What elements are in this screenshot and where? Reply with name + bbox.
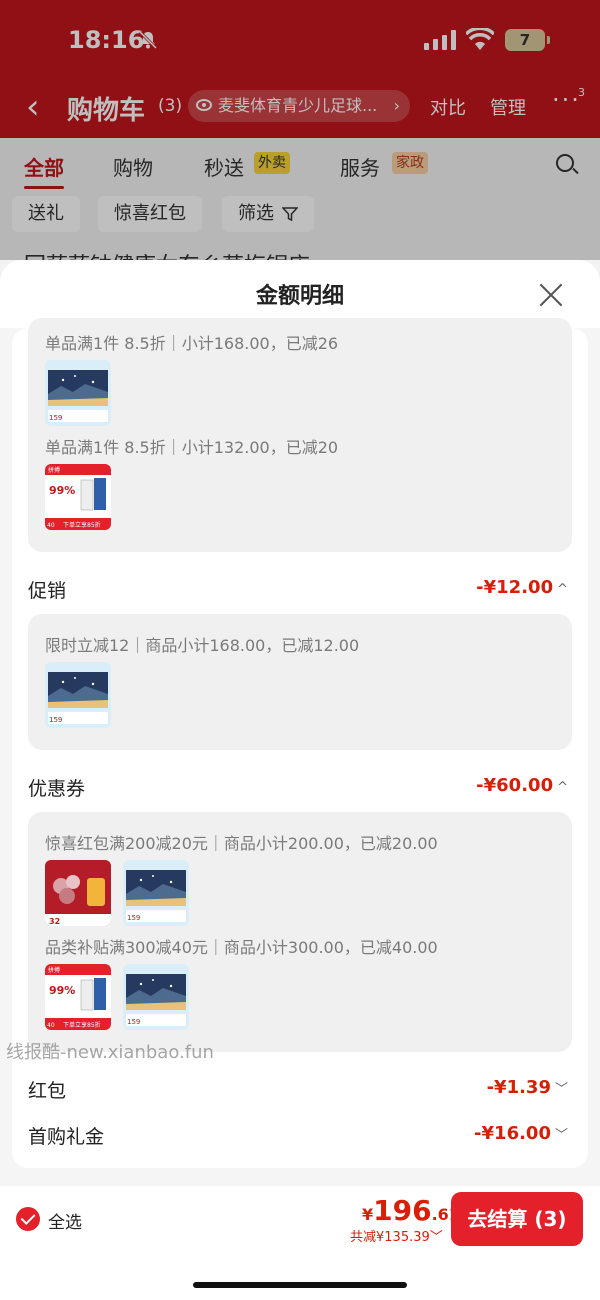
gift-money-label: 首购礼金 [28, 1126, 105, 1148]
modal-overlay[interactable] [0, 0, 600, 260]
svg-text:40: 40 [47, 522, 55, 529]
svg-text:159: 159 [127, 914, 140, 922]
sheet-title: 金额明细 [255, 284, 344, 309]
chevron-up-icon: ^ [557, 582, 568, 597]
red-packet-label: 红包 [28, 1080, 67, 1102]
coupon-rule-1: 惊喜红包满200减20元｜商品小计200.00，已减20.00 [45, 834, 438, 853]
svg-text:159: 159 [49, 716, 62, 724]
coupon-label: 优惠券 [28, 778, 86, 800]
home-indicator[interactable] [193, 1282, 407, 1288]
red-packet-amount[interactable]: -¥1.39 ﹀ [487, 1077, 568, 1098]
total-saved[interactable]: 共减¥135.39﹀ [350, 1226, 443, 1245]
product-thumb-puzzle[interactable]: 159 [45, 360, 111, 426]
select-all-label[interactable]: 全选 [48, 1208, 82, 1233]
gift-money-amount-value: -¥16.00 [474, 1123, 551, 1144]
chevron-up-icon: ^ [557, 780, 568, 795]
chevron-down-icon: ﹀ [554, 1082, 568, 1097]
svg-text:40: 40 [47, 1022, 55, 1029]
select-all-checkbox[interactable] [16, 1207, 40, 1231]
product-thumb-puzzle[interactable]: 159 [123, 860, 189, 926]
discount-rule-1: 单品满1件 8.5折｜小计168.00，已减26 [45, 334, 339, 353]
total-currency: ¥ [362, 1205, 374, 1224]
discount-card: 单品满1件 8.5折｜小计168.00，已减26 159 单品满1件 8.5折｜… [28, 318, 572, 552]
svg-text:159: 159 [49, 414, 62, 422]
chevron-down-icon: ﹀ [429, 1230, 443, 1245]
gift-money-amount[interactable]: -¥16.00 ﹀ [474, 1123, 568, 1144]
promotion-card: 限时立减12｜商品小计168.00，已减12.00 159 [28, 614, 572, 750]
product-thumb-supplement[interactable]: 拼搏 99% 40 下单立享85折 [45, 964, 111, 1030]
svg-text:159: 159 [127, 1018, 140, 1026]
red-packet-amount-value: -¥1.39 [486, 1077, 551, 1098]
total-saved-text: 共减¥135.39 [350, 1230, 430, 1245]
total-integer: 196 [373, 1194, 432, 1227]
total-price: ¥196.61 [362, 1194, 460, 1227]
coupon-amount-value: -¥60.00 [476, 775, 554, 796]
svg-text:下单立享85折: 下单立享85折 [63, 521, 101, 529]
promotion-label: 促销 [28, 580, 67, 602]
coupon-card: 惊喜红包满200减20元｜商品小计200.00，已减20.00 32 159 品… [28, 812, 572, 1052]
product-thumb-puzzle[interactable]: 159 [45, 662, 111, 728]
promotion-amount[interactable]: -¥12.00 ^ [476, 577, 568, 598]
svg-text:99%: 99% [49, 984, 75, 997]
promotion-rule: 限时立减12｜商品小计168.00，已减12.00 [45, 636, 360, 655]
svg-text:拼搏: 拼搏 [48, 966, 60, 974]
chevron-down-icon: ﹀ [554, 1128, 568, 1143]
coupon-amount[interactable]: -¥60.00 ^ [476, 775, 568, 796]
checkout-bar: 全选 ¥196.61 共减¥135.39﹀ 去结算 (3) [0, 1186, 600, 1300]
watermark-text: 线报酷-new.xianbao.fun [6, 1042, 214, 1063]
svg-text:99%: 99% [49, 484, 75, 497]
promotion-amount-value: -¥12.00 [476, 577, 554, 598]
coupon-rule-2: 品类补贴满300减40元｜商品小计300.00，已减40.00 [45, 938, 438, 957]
svg-text:32: 32 [49, 917, 60, 926]
svg-text:拼搏: 拼搏 [48, 466, 60, 474]
close-icon[interactable] [534, 278, 568, 312]
product-thumb-puzzle[interactable]: 159 [123, 964, 189, 1030]
checkout-button[interactable]: 去结算 (3) [451, 1192, 583, 1246]
product-thumb-food[interactable]: 32 [45, 860, 111, 926]
product-thumb-supplement[interactable]: 拼搏 99% 40 下单立享85折 [45, 464, 111, 530]
svg-text:下单立享85折: 下单立享85折 [63, 1021, 101, 1029]
discount-rule-2: 单品满1件 8.5折｜小计132.00，已减20 [45, 438, 339, 457]
